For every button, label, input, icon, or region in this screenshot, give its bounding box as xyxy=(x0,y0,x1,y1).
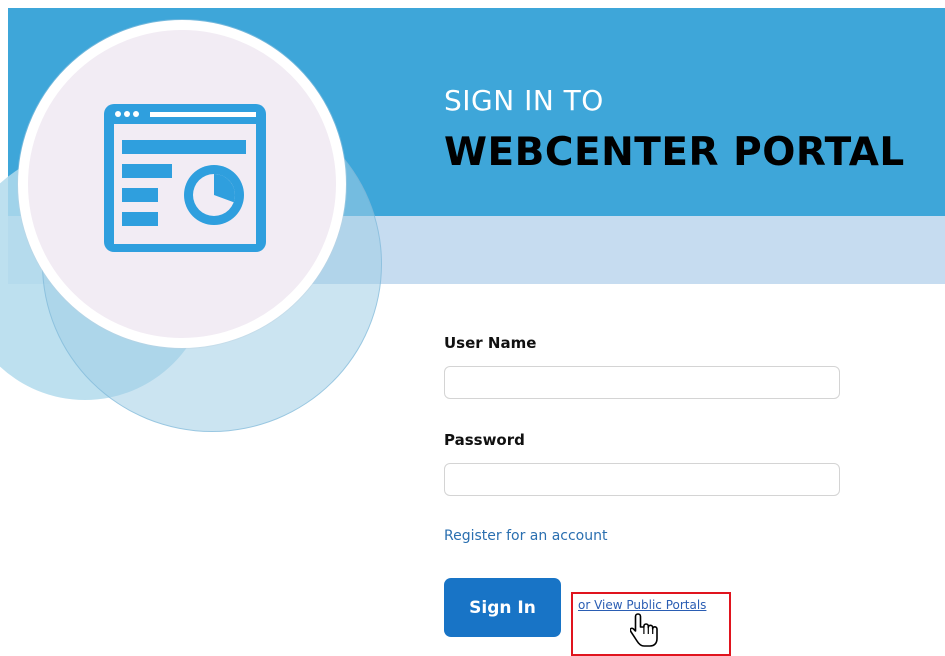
sign-in-page: SIGN IN TO WEBCENTER PORTAL User Name Pa… xyxy=(0,0,945,656)
title-line-1: SIGN IN TO xyxy=(444,84,604,117)
password-field[interactable] xyxy=(444,463,840,496)
sign-in-button[interactable]: Sign In xyxy=(444,578,561,637)
hand-pointer-cursor-icon xyxy=(630,613,658,647)
view-public-portals-link[interactable]: or View Public Portals xyxy=(578,598,706,612)
username-label: User Name xyxy=(444,334,537,352)
register-account-link[interactable]: Register for an account xyxy=(444,528,607,544)
sign-in-button-label: Sign In xyxy=(469,597,536,618)
username-field[interactable] xyxy=(444,366,840,399)
portal-dashboard-icon xyxy=(104,104,266,252)
page-title: WEBCENTER PORTAL xyxy=(444,130,905,175)
password-label: Password xyxy=(444,431,525,449)
